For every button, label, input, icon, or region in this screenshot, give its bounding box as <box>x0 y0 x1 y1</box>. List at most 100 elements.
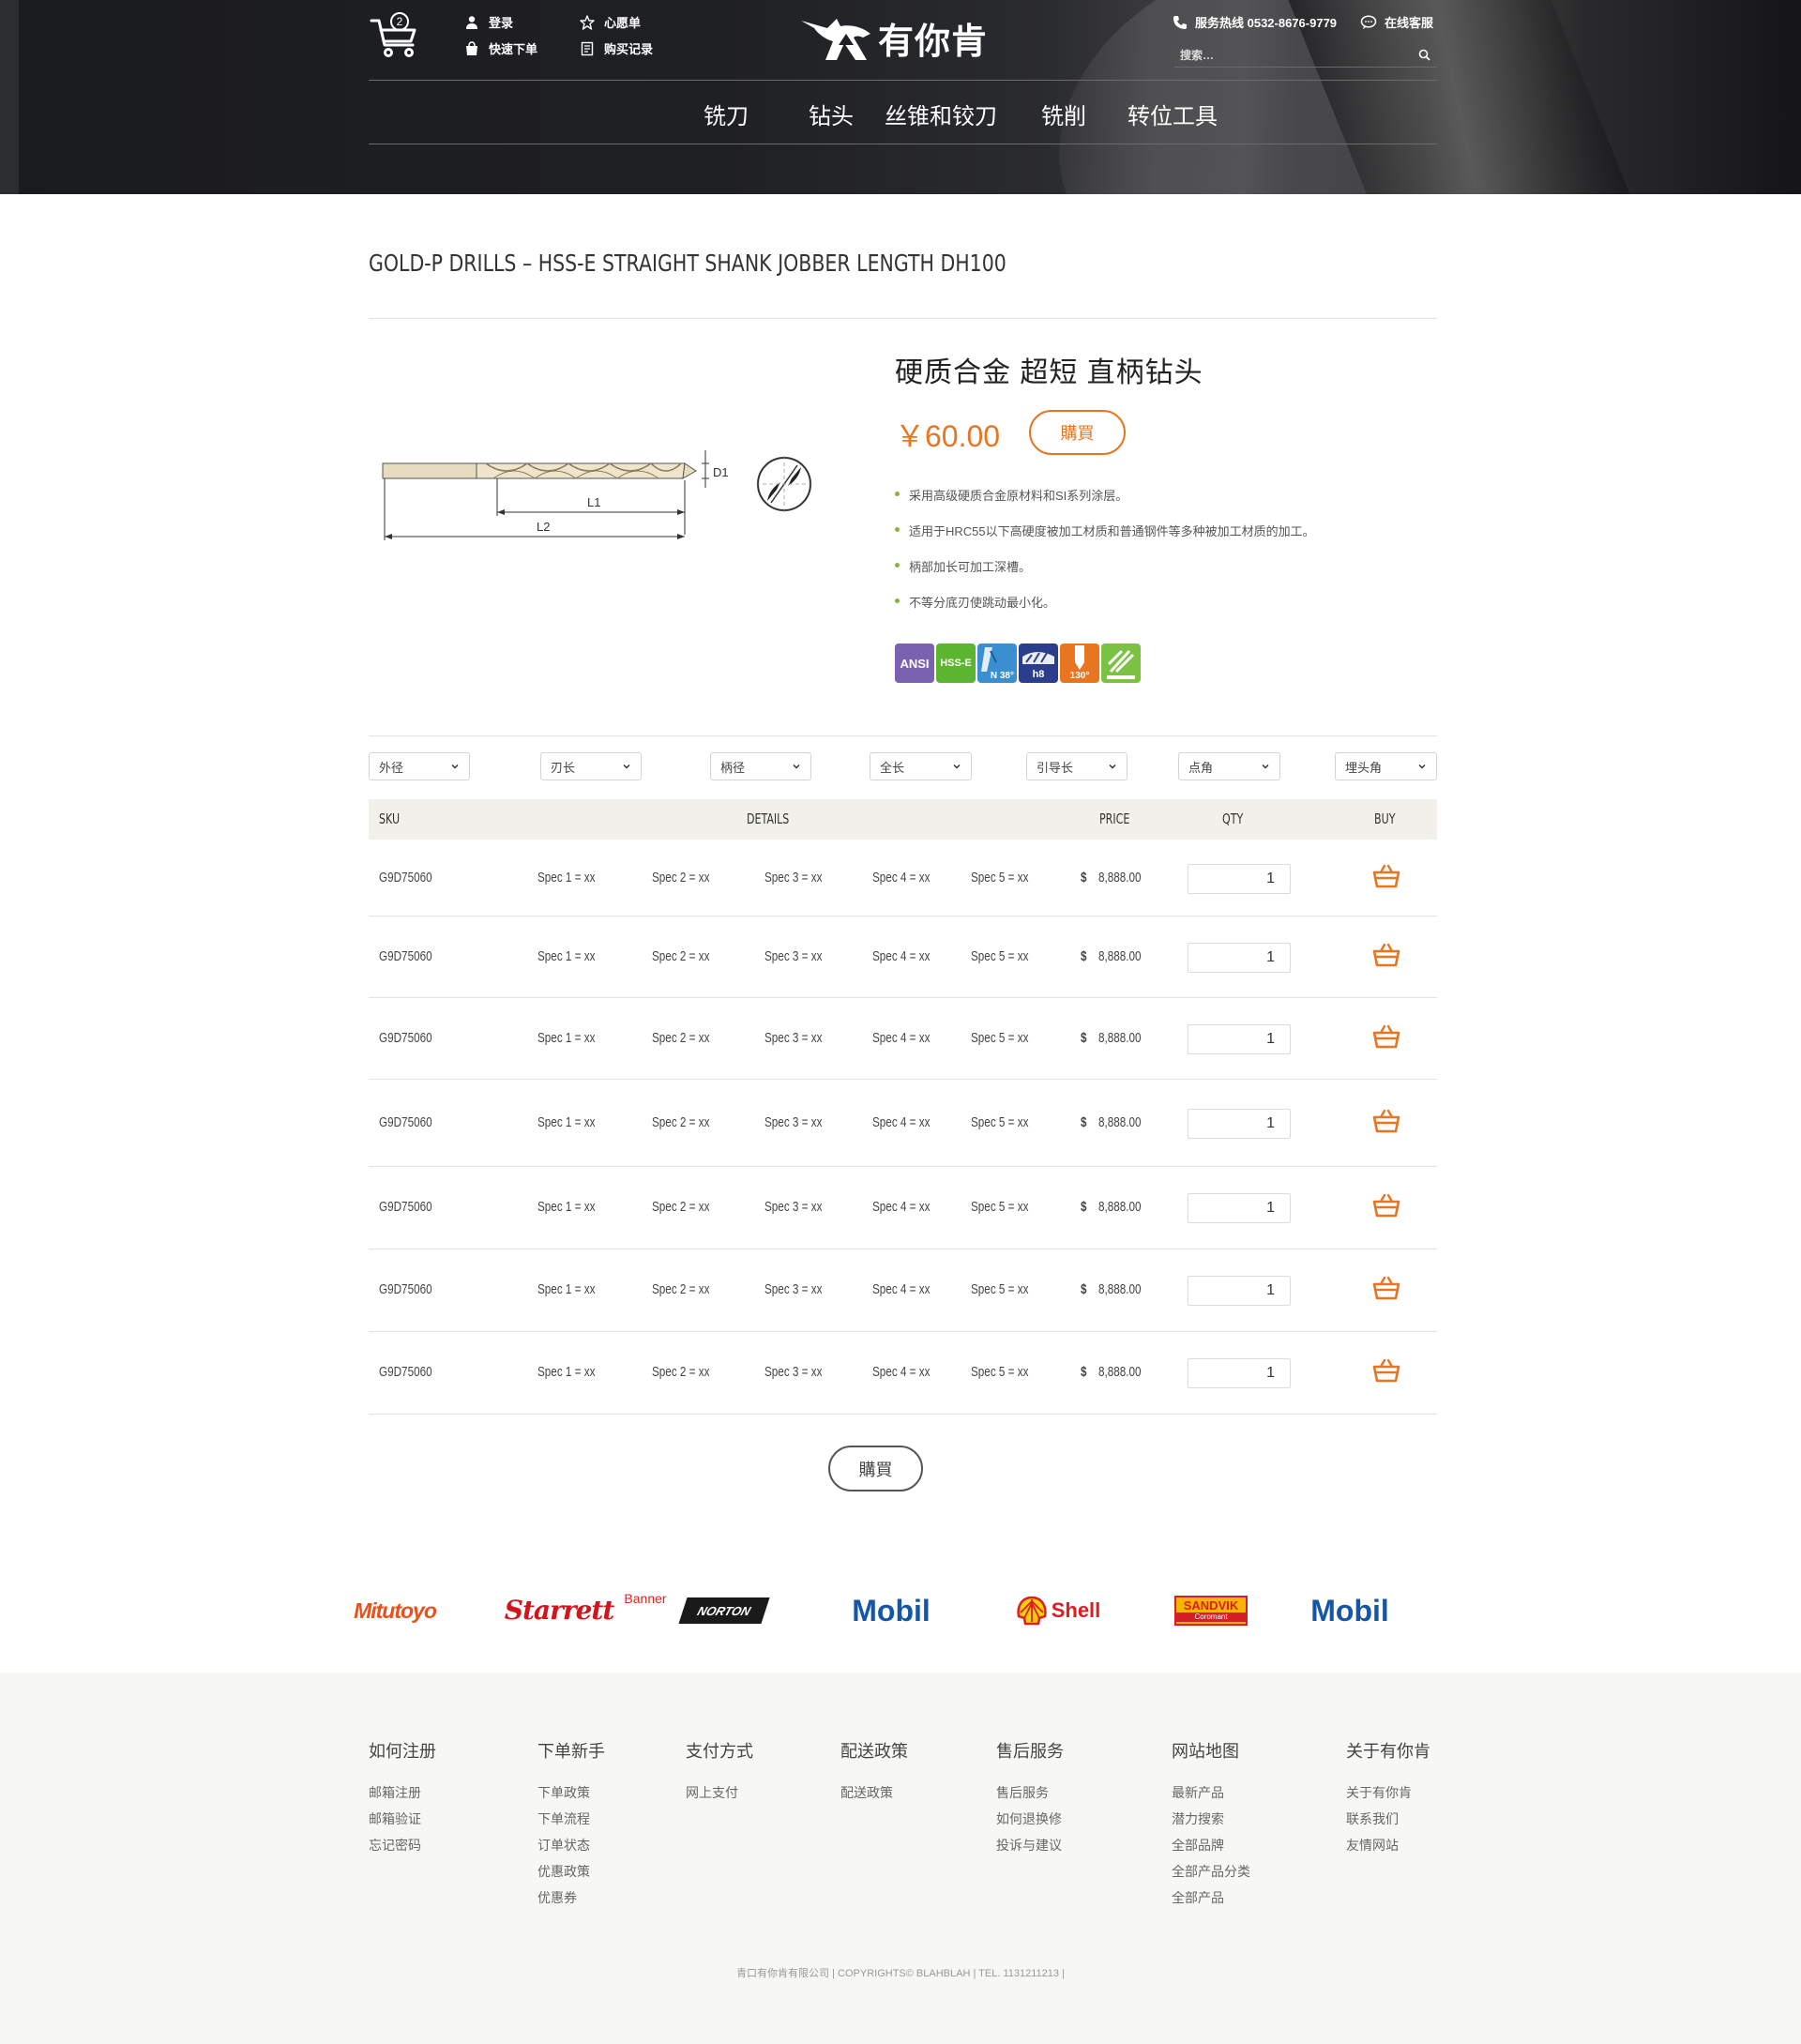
feature-item: 柄部加长可加工深槽。 <box>895 557 1315 593</box>
brand-logo-starrett[interactable]: Starrett <box>505 1591 614 1628</box>
footer-link[interactable]: 忘记密码 <box>369 1836 436 1862</box>
footer-column-title: 配送政策 <box>840 1742 908 1761</box>
brand-logo-shell[interactable]: Shell <box>1000 1594 1116 1628</box>
filter-pilot-length[interactable]: 引导长 <box>1026 752 1128 780</box>
quantity-input[interactable] <box>1188 1109 1291 1139</box>
footer-link[interactable]: 潜力搜索 <box>1172 1809 1250 1836</box>
footer-link[interactable]: 全部品牌 <box>1172 1836 1250 1862</box>
brand-logo-mobil[interactable]: Mobil <box>1305 1592 1395 1629</box>
user-icon <box>464 15 479 30</box>
bullet-icon <box>895 598 900 603</box>
quantity-input[interactable] <box>1188 1024 1291 1054</box>
footer-link[interactable]: 下单流程 <box>537 1809 605 1836</box>
table-header: SKU DETAILS PRICE QTY BUY <box>369 799 1437 840</box>
footer-column-title: 网站地图 <box>1172 1742 1239 1761</box>
wishlist-link[interactable]: 心愿单 <box>580 13 641 31</box>
search-input[interactable] <box>1174 48 1390 62</box>
basket-icon[interactable] <box>1372 1192 1400 1219</box>
spec-cell: Spec 5 = xx <box>971 1199 1029 1215</box>
basket-icon[interactable] <box>1372 1108 1400 1134</box>
spec-cell: Spec 1 = xx <box>537 1114 596 1130</box>
buy-selected-button[interactable]: 購買 <box>828 1446 923 1491</box>
ansi-badge-icon: ANSI <box>895 643 934 683</box>
nav-item-taps-reamers[interactable]: 丝锥和铰刀 <box>885 98 997 130</box>
helix-angle-badge-icon: N 38° <box>977 643 1017 683</box>
filter-shank-diameter[interactable]: 柄径 <box>710 752 811 780</box>
footer-link[interactable]: 网上支付 <box>686 1783 753 1809</box>
nav-item-indexable-tools[interactable]: 转位工具 <box>1128 98 1218 130</box>
footer-link[interactable]: 邮箱验证 <box>369 1809 436 1836</box>
quick-order-link[interactable]: 快速下单 <box>464 39 537 57</box>
quantity-input[interactable] <box>1188 943 1291 973</box>
footer-link[interactable]: 投诉与建议 <box>996 1836 1064 1862</box>
star-icon <box>580 14 595 30</box>
sku-cell: G9D75060 <box>379 1364 432 1380</box>
online-service-link[interactable]: 在线客服 <box>1360 13 1433 31</box>
search-bar <box>1174 43 1437 68</box>
chevron-down-icon <box>793 764 800 769</box>
brand-logo-sandvik[interactable]: SANDVIK Coromant <box>1174 1596 1248 1626</box>
quantity-input[interactable] <box>1188 1276 1291 1306</box>
dimension-label-d1: D1 <box>713 465 729 479</box>
footer-column-title: 售后服务 <box>996 1742 1064 1761</box>
footer-link[interactable]: 最新产品 <box>1172 1783 1250 1809</box>
footer-column: 如何注册邮箱注册 邮箱验证 忘记密码 <box>369 1738 436 1862</box>
site-logo[interactable]: 有你肯 <box>799 11 1002 64</box>
brand-logo-norton[interactable]: NORTON <box>678 1597 770 1624</box>
nav-item-milling-cutters[interactable]: 铣刀 <box>704 98 749 130</box>
quantity-input[interactable] <box>1188 864 1291 894</box>
footer-link[interactable]: 优惠政策 <box>537 1862 605 1888</box>
brand-logo-banner[interactable]: Banner <box>619 1589 672 1608</box>
login-link[interactable]: 登录 <box>464 13 513 31</box>
buy-button[interactable]: 購買 <box>1029 410 1126 455</box>
footer-link[interactable]: 优惠券 <box>537 1888 605 1915</box>
footer-column-title: 如何注册 <box>369 1742 436 1761</box>
shopping-bag-icon <box>464 40 479 56</box>
brand-logo-mobil[interactable]: Mobil <box>846 1592 936 1629</box>
footer-link[interactable]: 关于有你肯 <box>1346 1783 1430 1809</box>
footer-link[interactable]: 全部产品分类 <box>1172 1862 1250 1888</box>
page-title: GOLD-P DRILLS – HSS-E STRAIGHT SHANK JOB… <box>369 250 1006 277</box>
footer-link[interactable]: 全部产品 <box>1172 1888 1250 1915</box>
cart-count-badge: 2 <box>390 12 409 31</box>
filter-overall-length[interactable]: 全长 <box>870 752 972 780</box>
basket-icon[interactable] <box>1372 1275 1400 1301</box>
filter-flute-length[interactable]: 刃长 <box>540 752 642 780</box>
nav-item-milling[interactable]: 铣削 <box>1041 98 1086 130</box>
basket-icon[interactable] <box>1372 1357 1400 1384</box>
footer-link[interactable]: 邮箱注册 <box>369 1783 436 1809</box>
filter-countersink-angle[interactable]: 埋头角 <box>1335 752 1437 780</box>
dimension-label-l1: L1 <box>587 495 600 509</box>
basket-icon[interactable] <box>1372 863 1400 889</box>
brand-logo-mitutoyo[interactable]: Mitutoyo <box>351 1595 439 1627</box>
footer-link[interactable]: 售后服务 <box>996 1783 1064 1809</box>
chat-bubble-icon <box>1360 14 1377 29</box>
purchase-history-link[interactable]: 购买记录 <box>580 39 653 57</box>
footer-link[interactable]: 友情网站 <box>1346 1836 1430 1862</box>
price-cell: 8,888.00 <box>1098 948 1142 964</box>
footer-link[interactable]: 联系我们 <box>1346 1809 1430 1836</box>
basket-icon[interactable] <box>1372 1023 1400 1050</box>
footer-link[interactable]: 配送政策 <box>840 1783 908 1809</box>
filter-outer-diameter[interactable]: 外径 <box>369 752 470 780</box>
spec-cell: Spec 5 = xx <box>971 1114 1029 1130</box>
main-nav: 铣刀 钻头 丝锥和铰刀 铣削 转位工具 <box>369 94 1437 131</box>
spec-cell: Spec 2 = xx <box>652 1030 710 1046</box>
chevron-down-icon <box>451 764 459 769</box>
footer-link[interactable]: 下单政策 <box>537 1783 605 1809</box>
footer-link[interactable]: 订单状态 <box>537 1836 605 1862</box>
basket-icon[interactable] <box>1372 942 1400 968</box>
filter-point-angle[interactable]: 点角 <box>1178 752 1280 780</box>
search-icon[interactable] <box>1415 46 1433 65</box>
footer-link[interactable]: 如何退换修 <box>996 1809 1064 1836</box>
column-header-qty: QTY <box>1222 810 1244 827</box>
quantity-input[interactable] <box>1188 1358 1291 1388</box>
nav-item-drills[interactable]: 钻头 <box>809 98 854 130</box>
table-row: G9D75060 Spec 1 = xx Spec 2 = xx Spec 3 = x… <box>369 1080 1437 1167</box>
spec-cell: Spec 5 = xx <box>971 948 1029 964</box>
currency-symbol: $ <box>1081 1199 1087 1215</box>
quantity-input[interactable] <box>1188 1193 1291 1223</box>
spec-cell: Spec 3 = xx <box>764 1199 823 1215</box>
spec-cell: Spec 3 = xx <box>764 1114 823 1130</box>
spec-cell: Spec 1 = xx <box>537 870 596 886</box>
